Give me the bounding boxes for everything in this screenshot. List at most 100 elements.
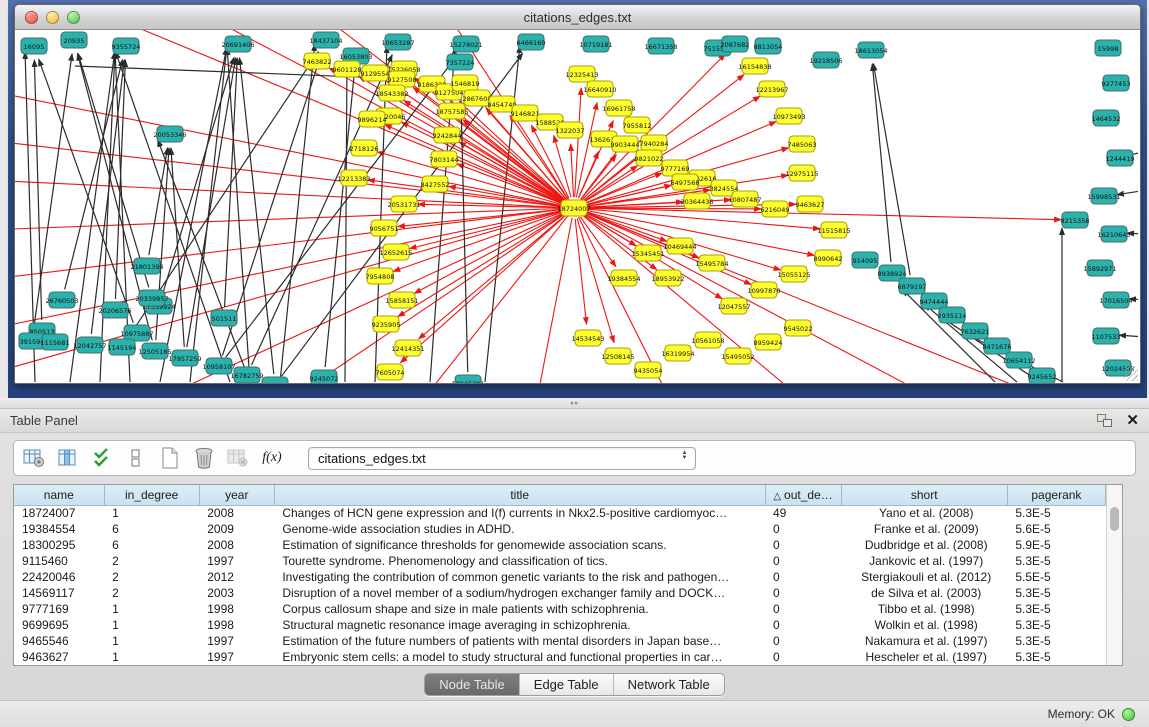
column-header-name[interactable]: name — [14, 485, 104, 505]
graph-node[interactable]: 10654112 — [1002, 352, 1035, 368]
table-cell[interactable]: Stergiakouli et al. (2012) — [841, 569, 1007, 585]
graph-node[interactable]: 12508145 — [601, 348, 634, 364]
graph-edge[interactable] — [15, 209, 564, 280]
graph-node[interactable]: 12652615 — [379, 244, 412, 260]
graph-edge[interactable] — [252, 55, 393, 365]
graph-edge[interactable] — [571, 144, 574, 197]
table-cell[interactable]: 9699695 — [14, 617, 104, 633]
table-cell[interactable]: Tourette syndrome. Phenomenology and cla… — [274, 553, 765, 569]
table-row[interactable]: 1830029562008Estimation of significance … — [14, 537, 1106, 553]
graph-node[interactable]: 6497568 — [671, 174, 700, 190]
graph-node[interactable]: 10469444 — [663, 238, 696, 254]
table-cell[interactable]: 49 — [765, 505, 841, 521]
graph-node[interactable]: 1464532 — [1092, 110, 1121, 126]
table-row[interactable]: 2242004622012Investigating the contribut… — [14, 569, 1106, 585]
graph-node[interactable]: 16095 — [21, 38, 47, 54]
table-cell[interactable]: 6 — [104, 537, 199, 553]
graph-node[interactable]: 15495052 — [721, 348, 754, 364]
graph-node[interactable]: 16671358 — [644, 38, 677, 54]
table-row[interactable]: 977716911998Corpus callosum shape and si… — [14, 601, 1106, 617]
graph-node[interactable]: 20206576 — [98, 302, 131, 318]
graph-node[interactable]: 6879197 — [898, 278, 927, 294]
table-cell[interactable]: 1998 — [199, 617, 274, 633]
graph-node[interactable]: 12923448 — [258, 377, 291, 383]
window-resize-grip[interactable] — [1124, 367, 1138, 381]
table-cell[interactable]: 9463627 — [14, 649, 104, 665]
graph-edge[interactable] — [34, 60, 41, 320]
table-cell[interactable]: 9115460 — [14, 553, 104, 569]
function-builder-icon[interactable]: f(x) — [260, 446, 284, 470]
graph-node[interactable]: 20053346 — [153, 126, 186, 142]
network-window[interactable]: citations_edges.txt 16095209359355724206… — [14, 4, 1141, 384]
graph-node[interactable]: 9903444 — [611, 136, 640, 152]
graph-node[interactable]: 9245072 — [310, 370, 339, 383]
graph-node[interactable]: 8427552 — [421, 176, 450, 192]
table-cell[interactable]: 0 — [765, 649, 841, 665]
table-cell[interactable]: Changes of HCN gene expression and I(f) … — [274, 505, 765, 521]
table-cell[interactable]: 0 — [765, 633, 841, 649]
column-header-short[interactable]: short — [841, 485, 1007, 505]
table-cell[interactable]: 1997 — [199, 649, 274, 665]
graph-node[interactable]: 9821022 — [635, 150, 664, 166]
tab-edge-table[interactable]: Edge Table — [520, 674, 614, 695]
table-cell[interactable]: 9465546 — [14, 633, 104, 649]
graph-node[interactable]: 10719181 — [579, 36, 612, 52]
select-columns-icon[interactable] — [56, 446, 80, 470]
graph-node[interactable]: 2718126 — [350, 140, 379, 156]
table-row[interactable]: 911546021997Tourette syndrome. Phenomeno… — [14, 553, 1106, 569]
table-settings-icon[interactable] — [22, 446, 46, 470]
graph-node[interactable]: 16961758 — [602, 100, 635, 116]
graph-node[interactable]: 20339857 — [135, 290, 168, 306]
table-cell[interactable]: 5.5E-5 — [1007, 569, 1105, 585]
table-cell[interactable]: 5.9E-5 — [1007, 537, 1105, 553]
graph-node[interactable]: 15495784 — [695, 255, 728, 271]
graph-edge[interactable] — [65, 60, 123, 290]
graph-edge[interactable] — [226, 55, 458, 357]
graph-node[interactable]: 7954808 — [366, 268, 395, 284]
graph-node[interactable]: 16782759 — [230, 367, 263, 383]
table-cell[interactable]: Embryonic stem cells: a model to study s… — [274, 649, 765, 665]
table-cell[interactable]: 2 — [104, 553, 199, 569]
graph-node[interactable]: 16154838 — [738, 58, 771, 74]
graph-node[interactable]: 12505185 — [138, 343, 171, 359]
table-cell[interactable]: Structural magnetic resonance image aver… — [274, 617, 765, 633]
table-cell[interactable]: 1 — [104, 649, 199, 665]
graph-node[interactable]: 16319954 — [661, 345, 694, 361]
graph-node[interactable]: 12213383 — [337, 170, 370, 186]
graph-node[interactable]: 7605074 — [376, 364, 405, 380]
graph-node[interactable]: 7803144 — [430, 151, 459, 167]
table-cell[interactable]: Dudbridge et al. (2008) — [841, 537, 1007, 553]
table-cell[interactable]: 5.3E-5 — [1007, 505, 1105, 521]
table-cell[interactable]: 5.3E-5 — [1007, 633, 1105, 649]
graph-node[interactable]: 15892971 — [1083, 260, 1116, 276]
graph-node[interactable]: 15858151 — [385, 292, 418, 308]
graph-node[interactable]: 9242844 — [433, 127, 462, 143]
graph-edge[interactable] — [580, 217, 615, 267]
graph-node[interactable]: 2087682 — [721, 36, 750, 52]
table-cell[interactable]: Wolkin et al. (1998) — [841, 617, 1007, 633]
table-cell[interactable]: Tibbo et al. (1998) — [841, 601, 1007, 617]
table-cell[interactable]: 0 — [765, 617, 841, 633]
graph-node[interactable]: 9545022 — [784, 320, 813, 336]
table-cell[interactable]: 5.3E-5 — [1007, 649, 1105, 665]
graph-node[interactable]: 11515815 — [817, 222, 850, 238]
graph-node[interactable]: 20531731 — [387, 196, 420, 212]
column-header-title[interactable]: title — [274, 485, 765, 505]
graph-edge[interactable] — [187, 58, 236, 347]
graph-node[interactable]: 15278021 — [449, 36, 482, 52]
table-row[interactable]: 969969511998Structural magnetic resonanc… — [14, 617, 1106, 633]
table-cell[interactable]: de Silva et al. (2003) — [841, 585, 1007, 601]
column-header-in_degree[interactable]: in_degree — [104, 485, 199, 505]
network-graph[interactable]: 1609520935935572420691406184371041065328… — [15, 30, 1138, 383]
table-vertical-scrollbar[interactable] — [1106, 485, 1122, 665]
table-cell[interactable]: 5.3E-5 — [1007, 601, 1105, 617]
panel-splitter[interactable] — [0, 398, 1149, 409]
graph-node[interactable]: 9896214 — [358, 111, 387, 127]
column-header-pagerank[interactable]: pagerank — [1007, 485, 1105, 505]
graph-edge[interactable] — [325, 70, 355, 367]
graph-edge[interactable] — [873, 64, 910, 275]
table-cell[interactable]: 5.6E-5 — [1007, 521, 1105, 537]
graph-node[interactable]: 6216049 — [761, 201, 790, 217]
table-cell[interactable]: Disruption of a novel member of a sodium… — [274, 585, 765, 601]
graph-node[interactable]: 7632621 — [961, 323, 990, 339]
